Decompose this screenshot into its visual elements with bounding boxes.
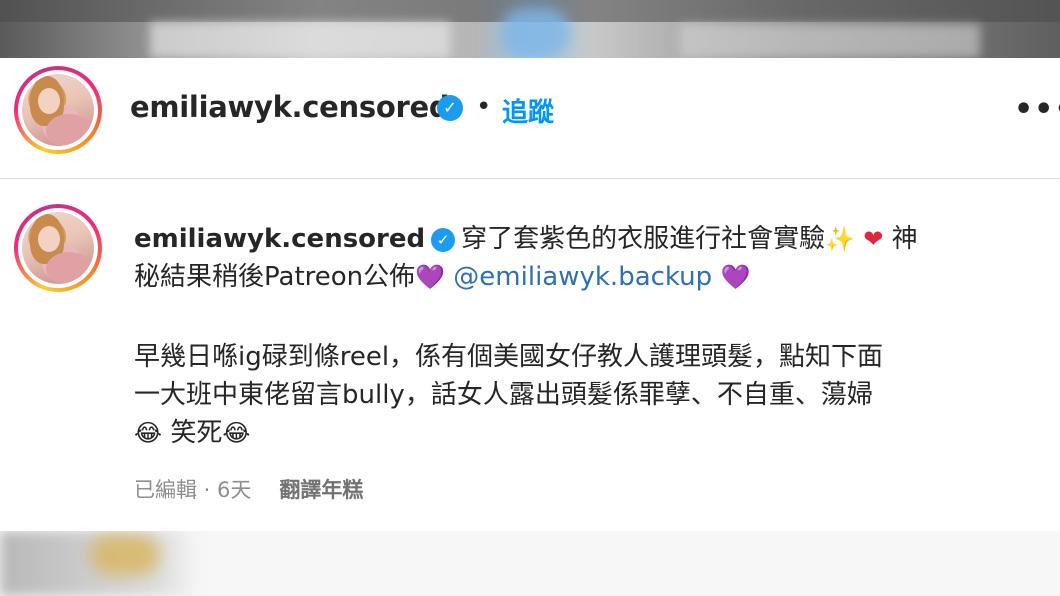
caption-text: 一大班中東佬留言bully，話女人露出頭髮係罪孽、不自重、蕩婦 — [134, 380, 873, 410]
header-username[interactable]: emiliawyk.censored — [130, 90, 450, 124]
caption-text: 神 — [891, 224, 918, 254]
more-options-icon[interactable]: ••• — [1014, 92, 1060, 127]
laughing-emoji-icon: 😂 — [222, 419, 251, 447]
caption: emiliawyk.censored ✓ 穿了套紫色的衣服進行社會實驗✨ ❤ 神 秘… — [134, 220, 1034, 296]
timestamp[interactable]: 6天 — [217, 478, 251, 502]
caption-meta: 已編輯 · 6天 翻譯年糕 — [134, 478, 364, 502]
translate-button[interactable]: 翻譯年糕 — [279, 478, 363, 502]
caption-text: 早幾日喺ig碌到條reel，係有個美國女仔教人護理頭髮，點知下面 — [134, 342, 884, 372]
mention-link[interactable]: @emiliawyk.backup — [453, 262, 712, 292]
caption-paragraph: 早幾日喺ig碌到條reel，係有個美國女仔教人護理頭髮，點知下面 一大班中東佬留… — [134, 338, 1034, 452]
sparkle-emoji-icon: ✨ — [825, 225, 856, 253]
blurred-background-top — [0, 0, 1060, 58]
caption-text: 秘結果稍後Patreon公佈 — [134, 262, 416, 292]
red-heart-emoji-icon: ❤ — [863, 225, 884, 253]
caption-text: 笑死 — [170, 418, 223, 448]
blurred-background-bottom — [0, 531, 1060, 596]
edited-label: 已編輯 — [134, 478, 197, 502]
purple-heart-emoji-icon: 💜 — [720, 263, 751, 291]
laughing-emoji-icon: 😂 — [134, 419, 163, 447]
caption-username[interactable]: emiliawyk.censored — [134, 224, 425, 254]
follow-button[interactable]: 追蹤 — [502, 92, 554, 129]
purple-heart-emoji-icon: 💜 — [415, 263, 446, 291]
header-avatar[interactable] — [14, 66, 102, 154]
caption-text: 穿了套紫色的衣服進行社會實驗 — [461, 224, 826, 254]
verified-badge-icon: ✓ — [437, 95, 463, 121]
comment-avatar[interactable] — [14, 204, 102, 292]
separator-dot: • — [476, 92, 492, 122]
verified-badge-icon: ✓ — [431, 228, 456, 252]
